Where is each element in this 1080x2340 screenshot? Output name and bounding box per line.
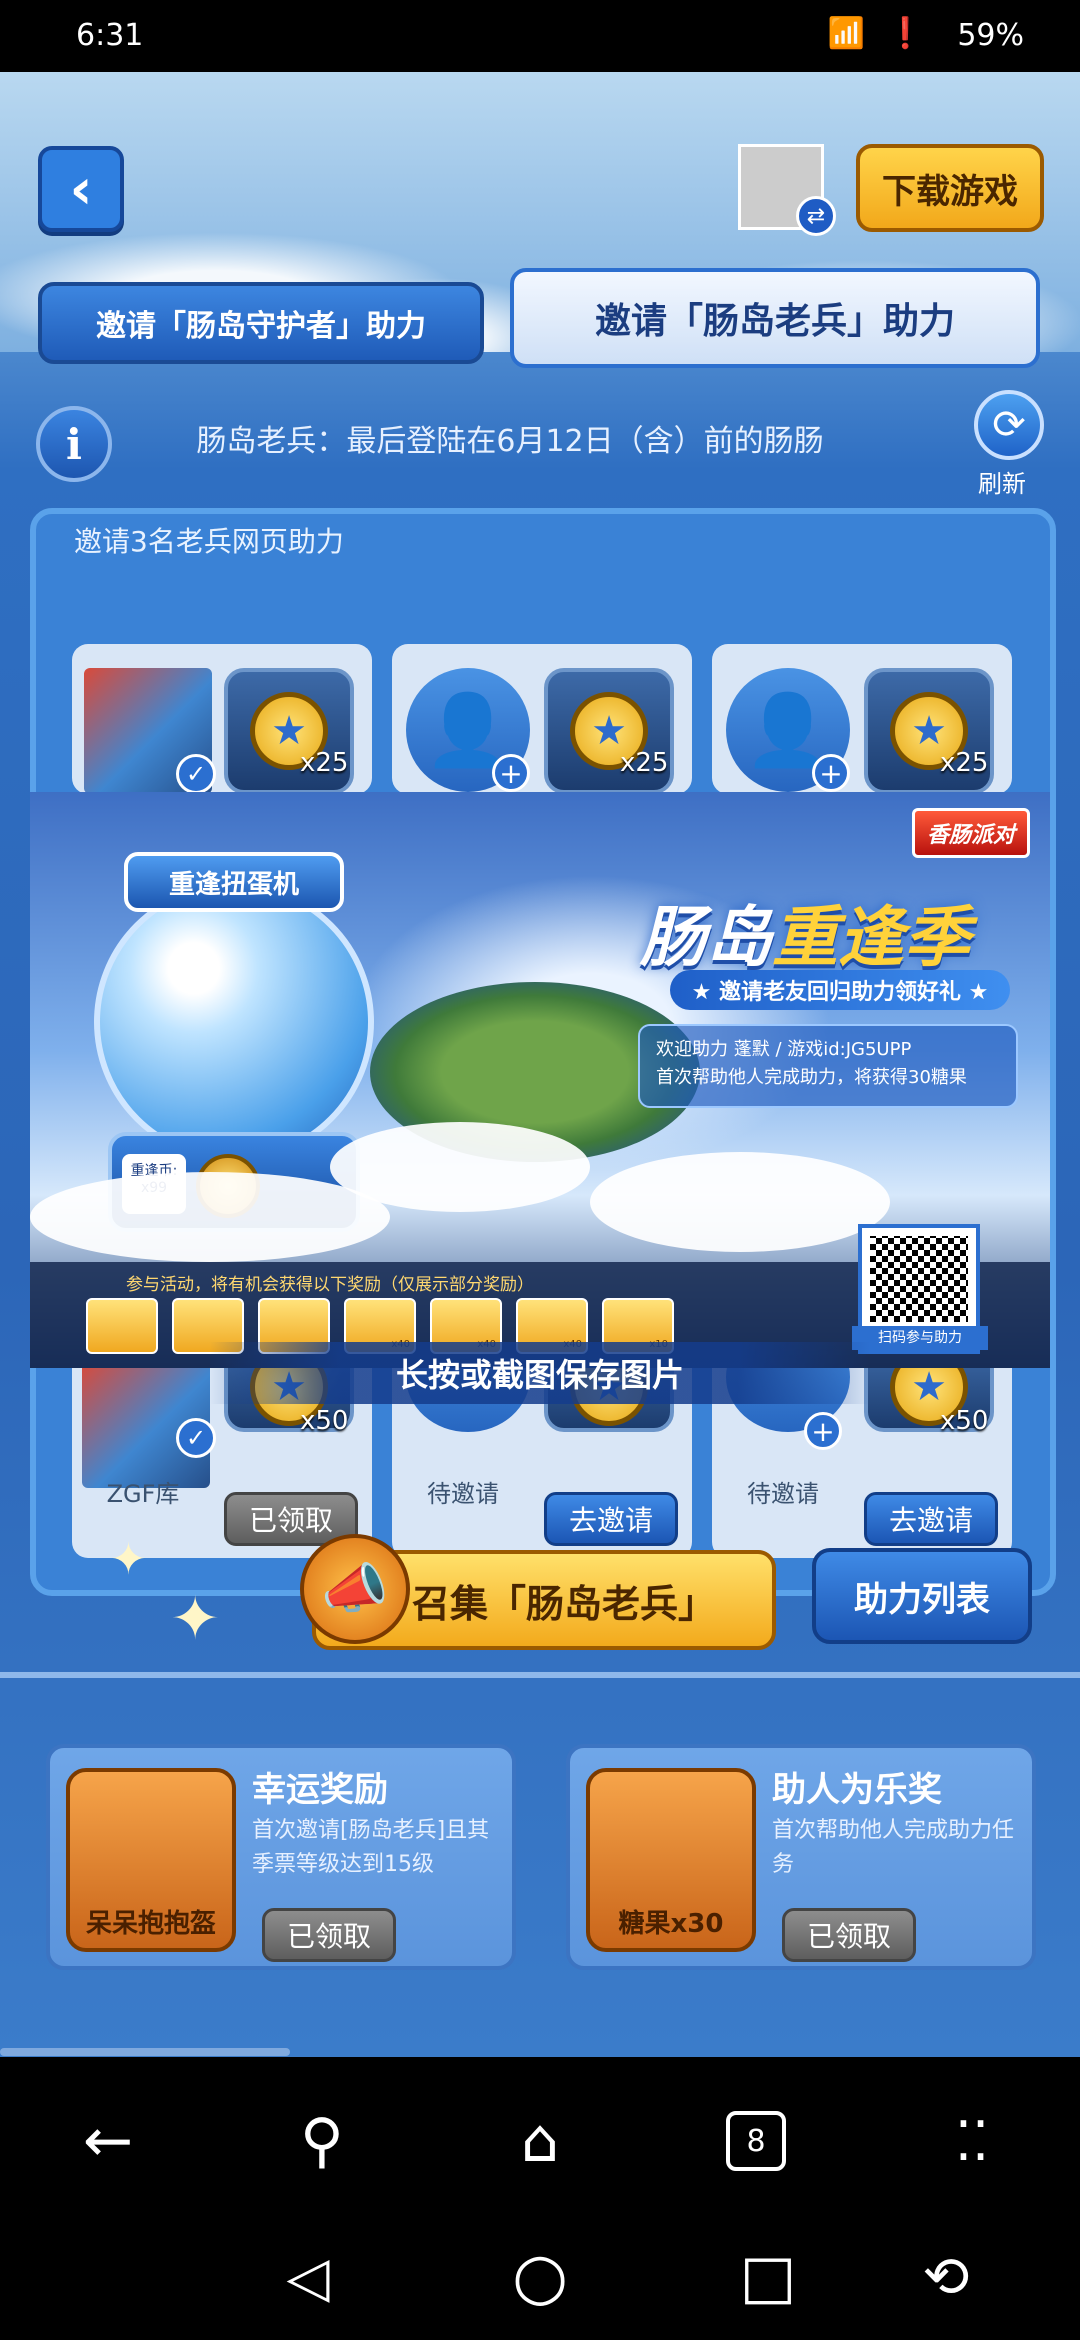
invite-slot-1: ✓ ★ x25 [72,644,372,794]
section-divider [0,1672,1080,1678]
game-logo: 香肠派对 [912,808,1030,858]
pending-label: 待邀请 [747,1480,819,1508]
invite-slot-3: 👤 + ★ x25 [712,644,1012,794]
game-webview: ‹ ⇄ 下载游戏 邀请「肠岛守护者」助力 邀请「肠岛老兵」助力 i 肠岛老兵：最… [0,72,1080,2057]
battery-level: 59% [957,18,1024,53]
save-image-hint: 长按或截图保存图片 [210,1342,870,1404]
signal-wifi-icon: 📶 ❗ [827,16,930,51]
cloud [30,1172,390,1262]
check-icon: ✓ [176,754,216,794]
reward-qty: x25 [620,748,669,778]
search-icon[interactable]: ⚲ [272,2091,372,2191]
candy-reward-image: 糖果x30 [586,1768,756,1952]
back-button[interactable]: ‹ [38,146,124,232]
rewards-strip-label: 参与活动，将有机会获得以下奖励（仅展示部分奖励） [126,1275,534,1295]
horizontal-scrollbar[interactable] [0,2048,290,2056]
system-recent-icon[interactable]: □ [718,2227,818,2327]
machine-dome [94,882,374,1162]
download-game-button[interactable]: 下载游戏 [856,144,1044,232]
pending-label: 待邀请 [427,1480,499,1508]
reward-qty: x25 [300,748,349,778]
reward-qty: x25 [940,748,989,778]
welcome-line-1: 欢迎助力 蓬默 / 游戏id:JG5UPP [656,1039,912,1060]
tabs-count-icon[interactable]: 8 [706,2091,806,2191]
claimed-button[interactable]: 已领取 [782,1908,916,1962]
reward-item-name: 糖果x30 [618,1909,724,1939]
reward-desc: 首次帮助他人完成助力任务 [772,1818,1015,1877]
system-back-icon[interactable]: ◁ [258,2227,358,2327]
browser-back-icon[interactable]: ← [58,2091,158,2191]
reward-qty: x50 [940,1406,989,1436]
helper-reward-card: 糖果x30 助人为乐奖 首次帮助他人完成助力任务 已领取 [566,1744,1036,1970]
qr-label: 扫码参与助力 [852,1326,988,1350]
invite-slot-2: 👤 + ★ x25 [392,644,692,794]
reward-item [86,1298,158,1354]
veteran-name: ZGF库 [106,1480,180,1508]
qr-pattern [870,1236,968,1322]
claimed-button[interactable]: 已领取 [262,1908,396,1962]
reward-item-name: 呆呆抱抱盔 [85,1909,216,1939]
share-poster-image[interactable]: 重逢扭蛋机 重逢币:x99 香肠派对 肠岛重逢季 ★ 邀请老友回归助力领好礼 ★… [30,792,1050,1368]
machine-title: 重逢扭蛋机 [124,852,344,912]
menu-icon[interactable]: ⁚⁚ [922,2091,1022,2191]
helmet-reward-image: 呆呆抱抱盔 [66,1768,236,1952]
reward-qty: x50 [300,1406,349,1436]
sparkle-icon: ✦ [170,1584,221,1654]
refresh-label[interactable]: 刷新 [978,464,1026,499]
welcome-line-2: 首次帮助他人完成助力，将获得30糖果 [656,1067,967,1088]
status-bar: 6:31 📶 ❗ 59% [0,0,1080,72]
chevron-left-icon: ‹ [69,156,93,222]
reward-title: 幸运奖励 [252,1770,388,1810]
tab-invite-veteran[interactable]: 邀请「肠岛老兵」助力 [510,268,1040,368]
add-icon[interactable]: + [804,1412,842,1450]
cloud [590,1152,890,1252]
poster-title: 肠岛重逢季 [640,884,970,980]
tab-invite-guardian[interactable]: 邀请「肠岛守护者」助力 [38,282,484,364]
sparkle-icon: ✦ [110,1534,147,1585]
system-nav-bar: ◁ ○ □ ⟲ [0,2225,1080,2340]
invite-panel-title: 邀请3名老兵网页助力 [74,525,344,558]
poster-title-b: 重逢季 [772,899,970,976]
check-icon: ✓ [176,1418,216,1458]
welcome-box: 欢迎助力 蓬默 / 游戏id:JG5UPP 首次帮助他人完成助力，将获得30糖果 [638,1024,1018,1108]
system-home-icon[interactable]: ○ [490,2227,590,2327]
invite-button[interactable]: 去邀请 [544,1492,678,1546]
add-icon[interactable]: + [812,754,850,792]
lucky-reward-card: 呆呆抱抱盔 幸运奖励 首次邀请[肠岛老兵]且其季票等级达到15级 已领取 [46,1744,516,1970]
browser-toolbar: ← ⚲ ⌂ 8 ⁚⁚ [0,2057,1080,2225]
reward-title: 助人为乐奖 [772,1770,942,1810]
tabs-count: 8 [726,2111,786,2171]
assist-list-button[interactable]: 助力列表 [812,1548,1032,1644]
status-time: 6:31 [76,18,144,53]
info-icon[interactable]: i [36,406,112,482]
switch-account-icon[interactable]: ⇄ [796,196,836,236]
refresh-icon[interactable]: ⟳ [974,390,1044,460]
home-icon[interactable]: ⌂ [490,2091,590,2191]
add-icon[interactable]: + [492,754,530,792]
poster-title-a: 肠岛 [640,899,772,976]
reward-desc: 首次邀请[肠岛老兵]且其季票等级达到15级 [252,1818,490,1877]
rotate-icon[interactable]: ⟲ [896,2227,996,2327]
megaphone-icon: 📣 [300,1534,410,1644]
poster-subtitle: ★ 邀请老友回归助力领好礼 ★ [670,970,1010,1010]
invite-button[interactable]: 去邀请 [864,1492,998,1546]
veteran-definition-text: 肠岛老兵：最后登陆在6月12日（含）前的肠肠 [196,424,824,459]
